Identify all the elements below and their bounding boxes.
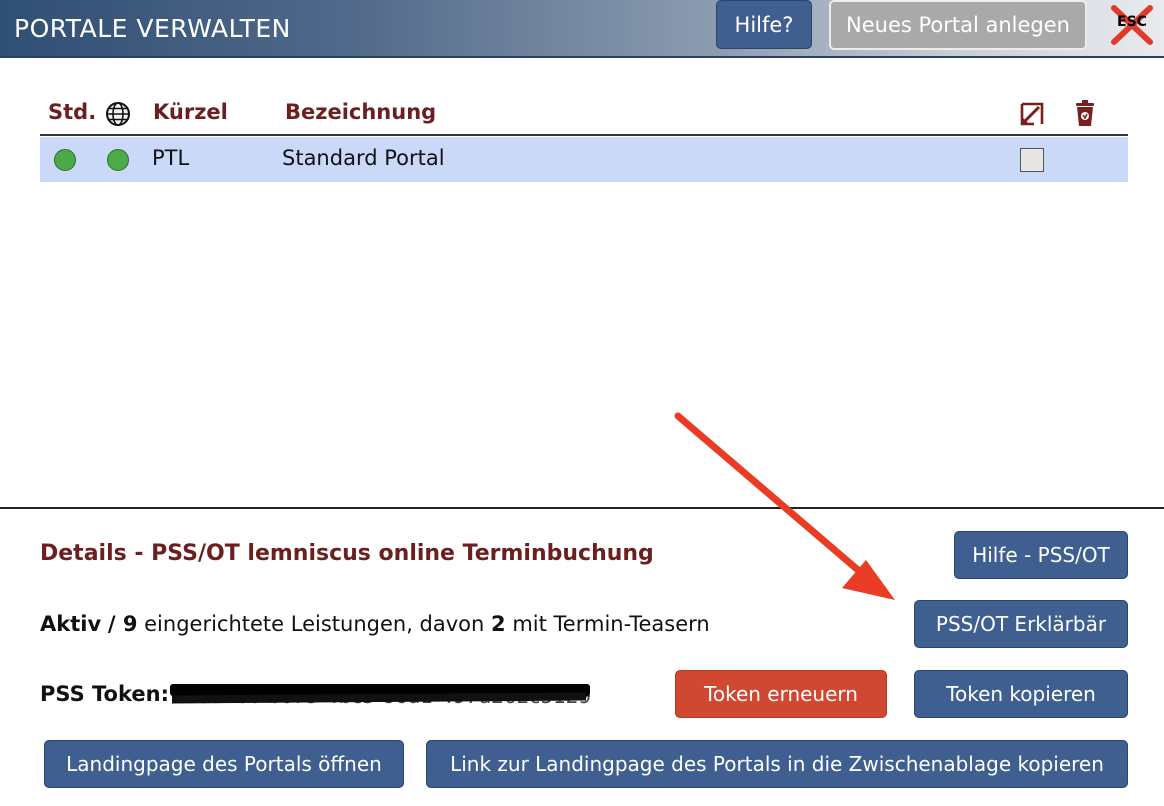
help-button[interactable]: Hilfe? — [716, 0, 812, 49]
open-landingpage-button[interactable]: Landingpage des Portals öffnen — [44, 740, 404, 788]
row-select-checkbox[interactable] — [1020, 148, 1044, 172]
pss-explainer-button[interactable]: PSS/OT Erklärbär — [914, 600, 1128, 648]
details-title: Details - PSS/OT lemniscus online Termin… — [40, 541, 654, 566]
esc-label: ESC — [1117, 14, 1147, 30]
table-header-divider — [40, 134, 1128, 136]
details-divider — [0, 507, 1164, 509]
row-abbr: PTL — [152, 146, 190, 170]
esc-close-button[interactable]: ESC — [1108, 4, 1156, 46]
copy-landingpage-link-button[interactable]: Link zur Landingpage des Portals in die … — [426, 740, 1128, 788]
edit-icon[interactable] — [1019, 101, 1045, 127]
column-header-name: Bezeichnung — [285, 100, 437, 124]
std-status-indicator — [54, 149, 76, 171]
status-text: Aktiv — [40, 612, 102, 636]
teaser-text: mit Termin-Teasern — [512, 612, 710, 636]
pss-help-button[interactable]: Hilfe - PSS/OT — [954, 531, 1128, 579]
trash-icon[interactable] — [1073, 99, 1097, 127]
globe-icon — [106, 102, 130, 126]
column-header-abbr: Kürzel — [153, 100, 228, 124]
renew-token-button[interactable]: Token erneuern — [675, 670, 887, 718]
page-title: PORTALE VERWALTEN — [14, 14, 291, 43]
token-label: PSS Token: — [40, 682, 169, 706]
services-text: eingerichtete Leistungen, davon — [144, 612, 485, 636]
services-count: 9 — [122, 612, 138, 636]
teaser-count: 2 — [491, 612, 506, 636]
services-summary: Aktiv / 9 eingerichtete Leistungen, davo… — [40, 612, 710, 636]
table-row[interactable] — [40, 137, 1128, 182]
web-status-indicator — [107, 149, 129, 171]
row-name: Standard Portal — [282, 146, 445, 170]
new-portal-button[interactable]: Neues Portal anlegen — [829, 0, 1087, 50]
copy-token-button[interactable]: Token kopieren — [914, 670, 1128, 718]
column-header-std: Std. — [48, 100, 97, 124]
